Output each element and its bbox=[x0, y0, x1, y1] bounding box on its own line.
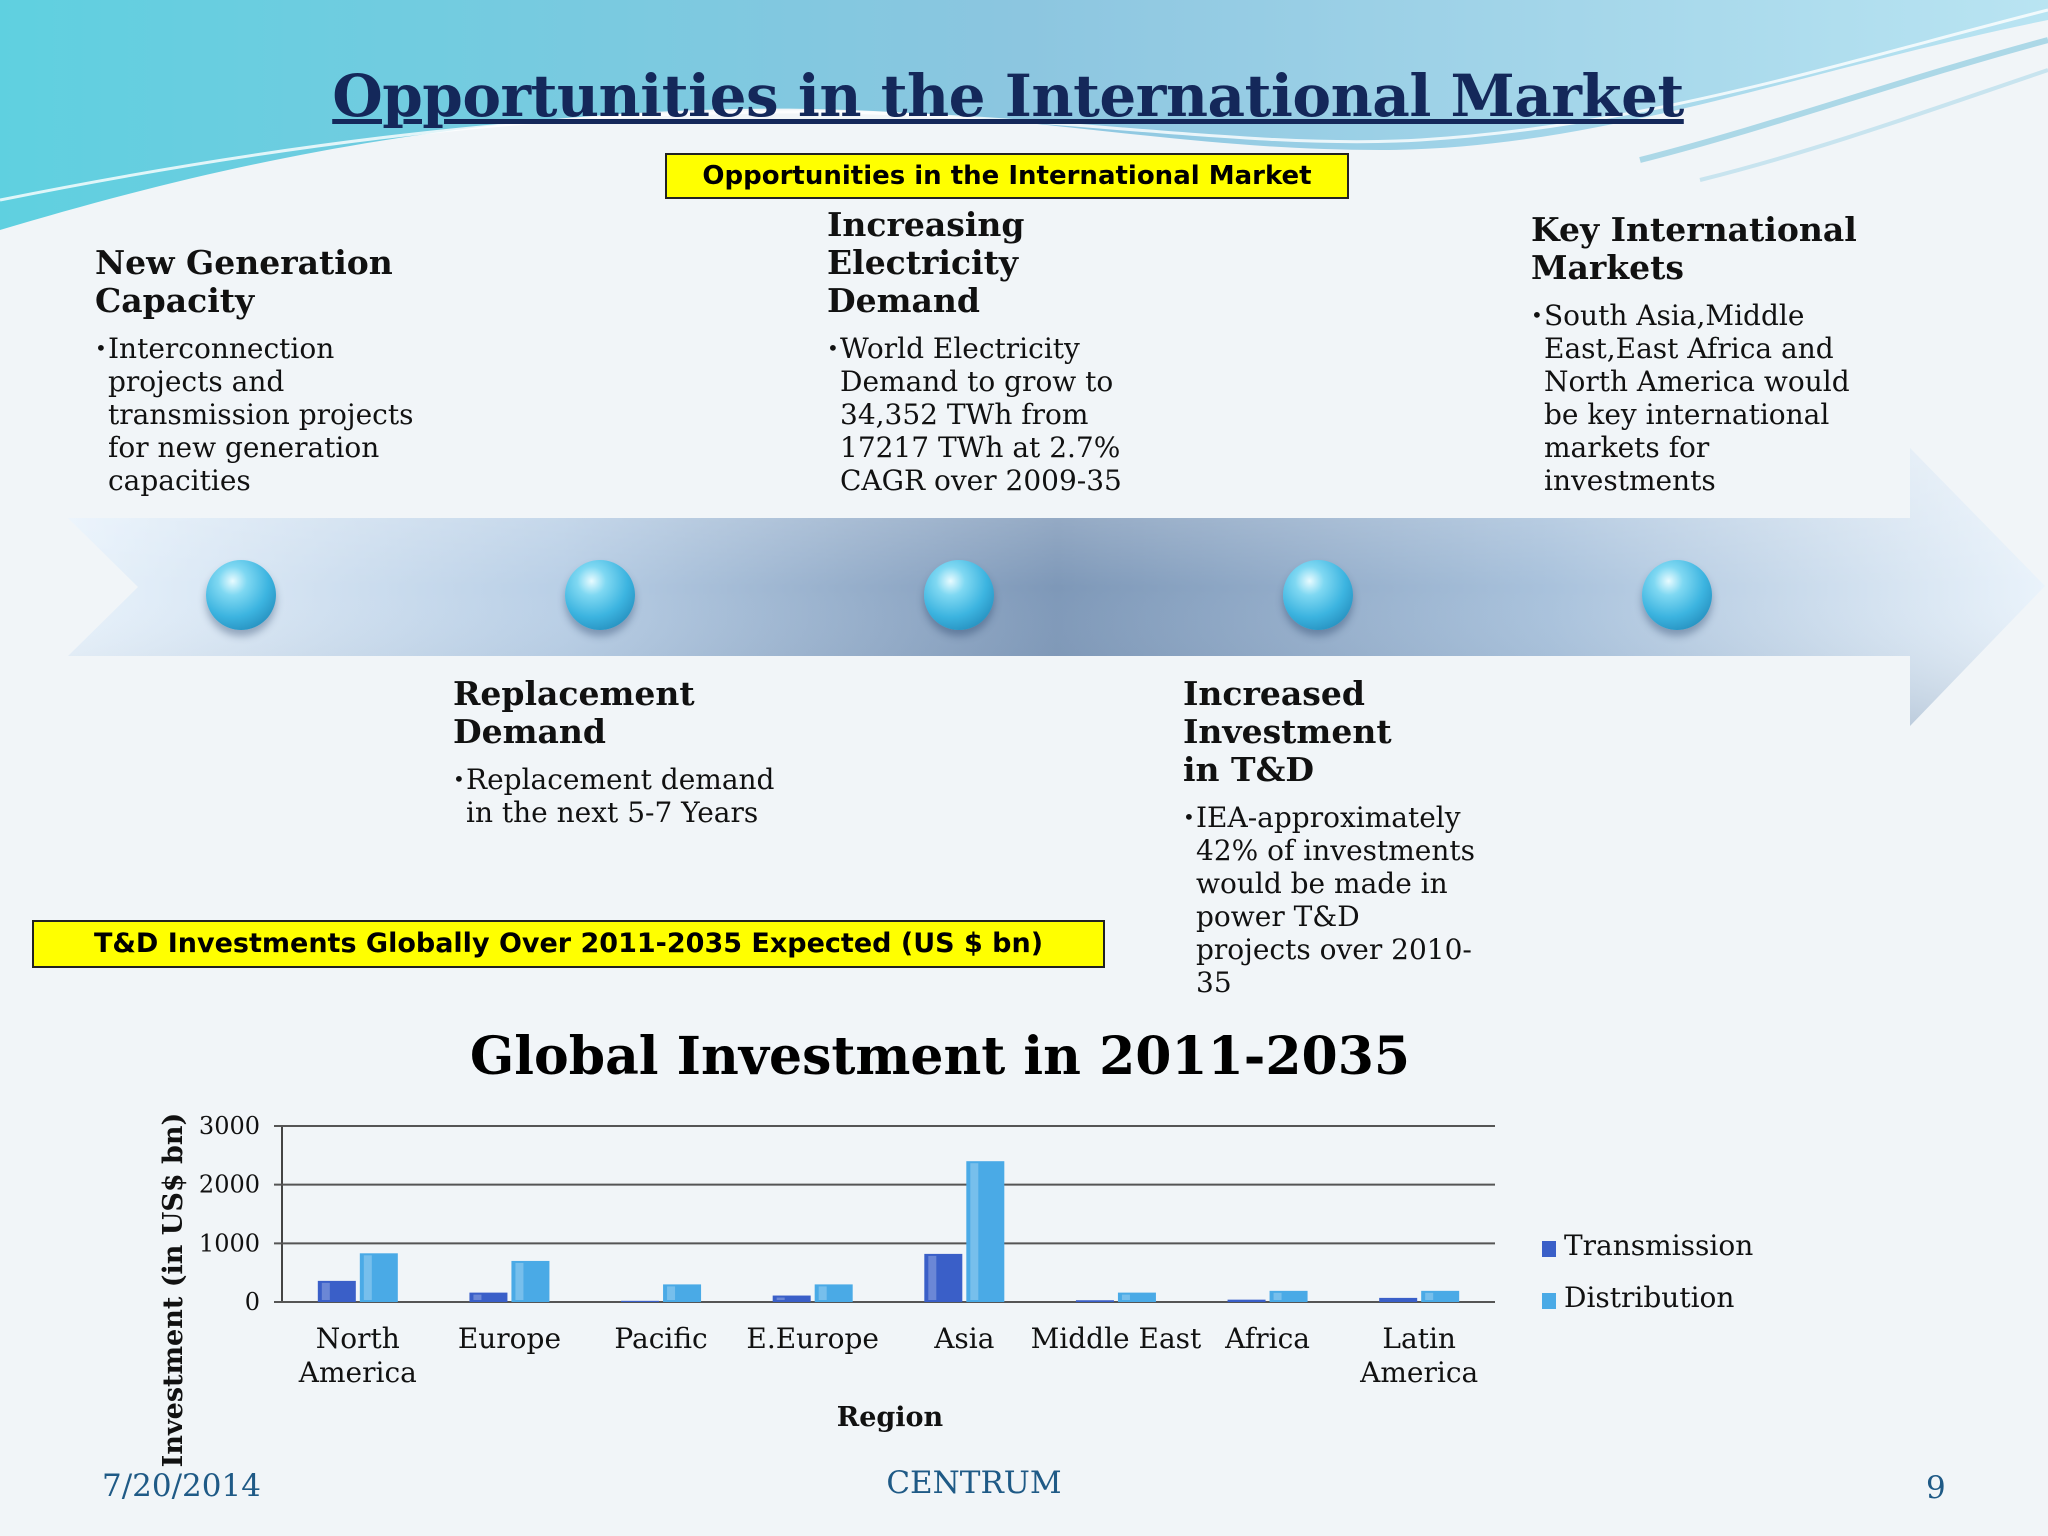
replacement-block: Replacement Demand • Replacement demand i… bbox=[453, 674, 783, 830]
timeline-node-2 bbox=[565, 560, 635, 630]
bullet-icon: • bbox=[1183, 805, 1195, 829]
increasing-demand-text: World Electricity Demand to grow to 34,3… bbox=[840, 332, 1122, 497]
chart-title: Global Investment in 2011-2035 bbox=[469, 1026, 1411, 1087]
timeline-node-1 bbox=[206, 560, 276, 630]
td-investment-block: Increased Investment in T&D • IEA-approxi… bbox=[1183, 674, 1483, 1000]
timeline-node-3 bbox=[924, 560, 994, 630]
opportunities-banner: Opportunities in the International Marke… bbox=[665, 153, 1349, 199]
new-generation-text: Interconnection projects and transmissio… bbox=[108, 332, 414, 497]
replacement-heading: Replacement Demand bbox=[453, 674, 695, 751]
footer-center: CENTRUM bbox=[886, 1465, 1062, 1501]
increasing-demand-block: Increasing Electricity Demand • World Ele… bbox=[827, 205, 1147, 498]
td-investment-heading: Increased Investment in T&D bbox=[1183, 674, 1392, 789]
bullet-icon: • bbox=[1531, 303, 1543, 327]
td-investment-text: IEA-approximately 42% of investments wou… bbox=[1196, 801, 1476, 999]
replacement-text: Replacement demand in the next 5-7 Years bbox=[466, 763, 775, 829]
page-number: 9 bbox=[1926, 1470, 1946, 1506]
slide-title: Opportunities in the International Marke… bbox=[332, 62, 1684, 130]
key-markets-text: South Asia,Middle East,East Africa and N… bbox=[1544, 299, 1850, 497]
timeline-node-5 bbox=[1642, 560, 1712, 630]
key-markets-block: Key International Markets • South Asia,Mi… bbox=[1531, 210, 1871, 498]
new-generation-block: New Generation Capacity • Interconnection… bbox=[95, 243, 435, 498]
key-markets-heading: Key International Markets bbox=[1531, 210, 1857, 287]
bullet-icon: • bbox=[453, 767, 465, 791]
bullet-icon: • bbox=[95, 336, 107, 360]
new-generation-heading: New Generation Capacity bbox=[95, 243, 393, 320]
td-investments-banner: T&D Investments Globally Over 2011-2035 … bbox=[32, 920, 1105, 968]
timeline-node-4 bbox=[1283, 560, 1353, 630]
bullet-icon: • bbox=[827, 336, 839, 360]
increasing-demand-heading: Increasing Electricity Demand bbox=[827, 205, 1025, 320]
